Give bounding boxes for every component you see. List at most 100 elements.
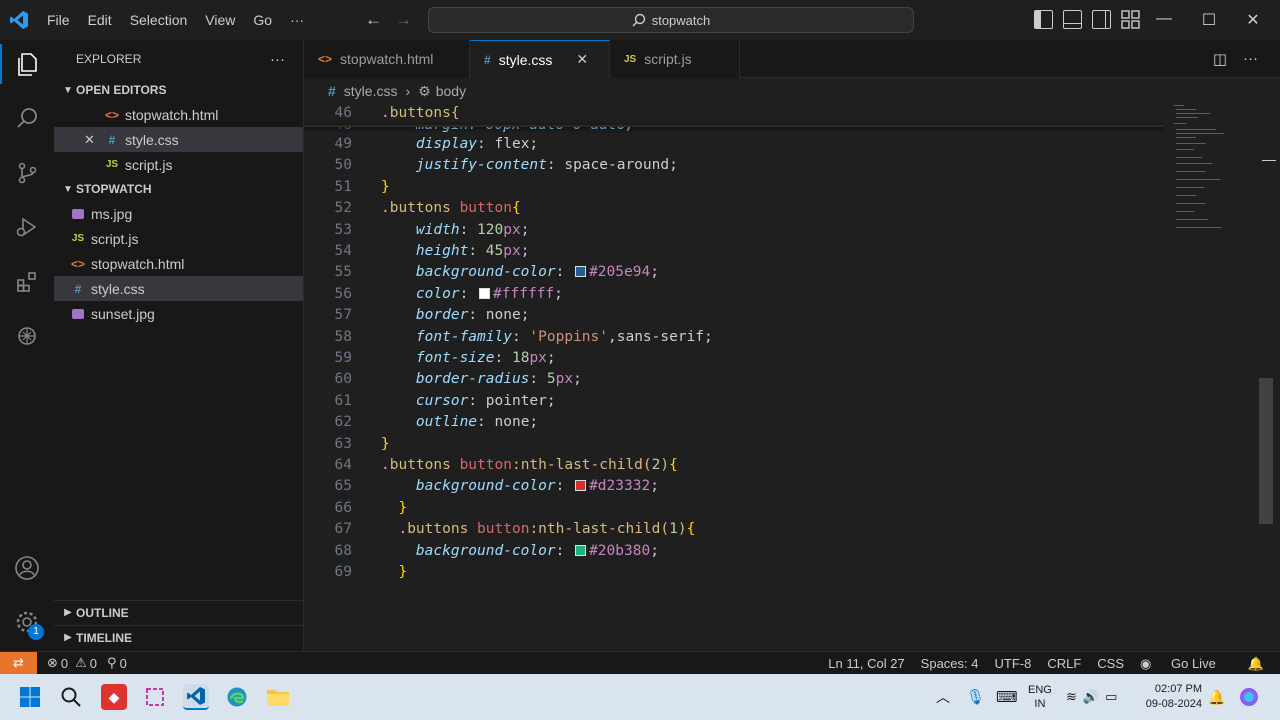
- color-swatch[interactable]: [479, 287, 491, 299]
- editor-scrollbar[interactable]: [1259, 378, 1273, 524]
- sticky-scroll-line[interactable]: 46 .buttons{: [304, 103, 1164, 126]
- code-line: 53 width: 120px;: [304, 222, 1164, 243]
- go-live-button[interactable]: ◉ Go Live: [1140, 656, 1232, 672]
- menu-view[interactable]: View: [196, 0, 244, 40]
- code-line: 57 border: none;: [304, 307, 1164, 328]
- indentation[interactable]: Spaces: 4: [921, 656, 979, 671]
- tab-label: style.css: [498, 51, 553, 68]
- encoding[interactable]: UTF-8: [995, 656, 1032, 671]
- line-number: 52: [334, 200, 352, 217]
- overview-ruler-marker: [1262, 160, 1276, 161]
- tab-stopwatch-html[interactable]: <> stopwatch.html: [304, 40, 470, 78]
- search-icon[interactable]: [0, 98, 54, 138]
- bell-icon[interactable]: 🔔: [1248, 656, 1264, 672]
- customize-layout-icon[interactable]: [1121, 10, 1140, 29]
- accounts-icon[interactable]: [0, 548, 54, 588]
- copilot-icon[interactable]: [1238, 674, 1260, 720]
- command-center-search[interactable]: stopwatch: [428, 7, 914, 33]
- forward-arrow-icon[interactable]: →: [395, 10, 412, 30]
- close-button[interactable]: ✕: [1243, 10, 1263, 30]
- run-debug-icon[interactable]: [0, 207, 54, 247]
- explorer-more-button[interactable]: ···: [270, 51, 285, 68]
- edge-browser-icon[interactable]: [224, 684, 250, 710]
- ports-indicator[interactable]: ⚲ 0: [107, 655, 127, 671]
- snipping-tool-icon[interactable]: [142, 684, 168, 710]
- minimap[interactable]: [1170, 103, 1230, 243]
- code-line: 62 outline: none;: [304, 414, 1164, 435]
- open-editor-stopwatch-html[interactable]: <> stopwatch.html: [54, 102, 303, 127]
- file-style-css[interactable]: # style.css: [54, 276, 303, 301]
- menu-edit[interactable]: Edit: [79, 0, 121, 40]
- stopwatch-folder-header[interactable]: ▼ STOPWATCH: [54, 177, 303, 201]
- open-editors-header[interactable]: ▼ OPEN EDITORS: [54, 78, 303, 102]
- broadcast-icon: ◉: [1140, 655, 1155, 671]
- line-number: 58: [334, 328, 352, 345]
- anydesk-icon[interactable]: ◆: [101, 684, 127, 710]
- outline-header[interactable]: ▶ OUTLINE: [54, 600, 304, 624]
- remote-indicator-icon[interactable]: ⇄: [0, 651, 37, 675]
- code-line: 68 background-color: #20b380;: [304, 543, 1164, 564]
- line-number: 68: [334, 542, 352, 559]
- color-swatch[interactable]: [575, 544, 587, 556]
- tab-label: stopwatch.html: [340, 51, 434, 67]
- file-explorer-icon[interactable]: [265, 684, 291, 710]
- minimize-button[interactable]: —: [1154, 10, 1174, 28]
- system-tray-network[interactable]: ≋ 🔊 ▭: [1066, 674, 1117, 720]
- tab-style-css[interactable]: # style.css ✕: [470, 40, 610, 78]
- color-swatch[interactable]: [575, 266, 587, 278]
- chatgpt-icon[interactable]: [0, 316, 54, 356]
- toggle-secondary-sidebar-icon[interactable]: [1092, 10, 1111, 29]
- menu-go[interactable]: Go: [244, 0, 281, 40]
- back-arrow-icon[interactable]: ←: [365, 10, 382, 30]
- toggle-panel-icon[interactable]: [1063, 10, 1082, 29]
- file-label: sunset.jpg: [91, 305, 155, 322]
- language-indicator[interactable]: ENG IN: [1028, 674, 1052, 720]
- file-ms-jpg[interactable]: ms.jpg: [54, 201, 303, 226]
- open-editor-style-css[interactable]: ✕ # style.css: [54, 127, 303, 152]
- notification-bell-icon[interactable]: 🔔: [1208, 674, 1225, 720]
- volume-icon: 🔊: [1082, 689, 1100, 704]
- code-line: 64 .buttons button:nth-last-child(2){: [304, 457, 1164, 478]
- split-editor-icon[interactable]: ◫: [1213, 50, 1227, 68]
- clock[interactable]: 02:07 PM 09-08-2024: [1142, 674, 1202, 720]
- error-icon: ⊗: [47, 655, 58, 670]
- file-sunset-jpg[interactable]: sunset.jpg: [54, 301, 303, 326]
- windows-start-icon[interactable]: [17, 684, 43, 710]
- cursor-position[interactable]: Ln 11, Col 27: [828, 656, 904, 671]
- taskbar-search-icon[interactable]: [58, 684, 84, 710]
- file-script-js[interactable]: JS script.js: [54, 226, 303, 251]
- tab-script-js[interactable]: JS script.js: [610, 40, 740, 78]
- breadcrumb-symbol[interactable]: body: [436, 83, 466, 99]
- menu-selection[interactable]: Selection: [121, 0, 197, 40]
- code-line: 52 .buttons button{: [304, 200, 1164, 221]
- warning-icon: ⚠: [75, 655, 87, 670]
- vscode-taskbar-icon[interactable]: [183, 684, 209, 710]
- end-of-line[interactable]: CRLF: [1047, 656, 1081, 671]
- language-mode[interactable]: CSS: [1097, 656, 1124, 671]
- timeline-header[interactable]: ▶ TIMELINE: [54, 625, 304, 649]
- explorer-icon[interactable]: [0, 44, 54, 84]
- tab-close-icon[interactable]: ✕: [576, 51, 588, 68]
- close-icon[interactable]: ✕: [84, 132, 95, 148]
- file-stopwatch-html[interactable]: <> stopwatch.html: [54, 251, 303, 276]
- keyboard-icon[interactable]: ⌨: [996, 674, 1018, 720]
- extensions-icon[interactable]: [0, 262, 54, 302]
- maximize-button[interactable]: ☐: [1199, 10, 1219, 30]
- menu-file[interactable]: File: [38, 0, 79, 40]
- microphone-icon[interactable]: 🎙: [966, 674, 985, 720]
- open-editor-script-js[interactable]: JS script.js: [54, 152, 303, 177]
- chevron-down-icon: ▼: [63, 84, 73, 96]
- menu-more[interactable]: ···: [281, 0, 313, 40]
- file-label: style.css: [91, 280, 145, 297]
- breadcrumb-file[interactable]: style.css: [344, 83, 398, 99]
- line-number: 60: [334, 371, 352, 388]
- problems-indicator[interactable]: ⊗ 0 ⚠ 0: [47, 655, 97, 671]
- code-line: 56 color: #ffffff;: [304, 286, 1164, 307]
- more-actions-icon[interactable]: ···: [1243, 50, 1258, 68]
- color-swatch[interactable]: [575, 480, 587, 492]
- source-control-icon[interactable]: [0, 153, 54, 193]
- code-editor[interactable]: 48 margin: 60px auto 0 auto; 46 .buttons…: [304, 103, 1280, 651]
- toggle-primary-sidebar-icon[interactable]: [1034, 10, 1053, 29]
- show-hidden-icons[interactable]: ︿: [936, 674, 950, 720]
- manage-gear-icon[interactable]: [0, 602, 54, 642]
